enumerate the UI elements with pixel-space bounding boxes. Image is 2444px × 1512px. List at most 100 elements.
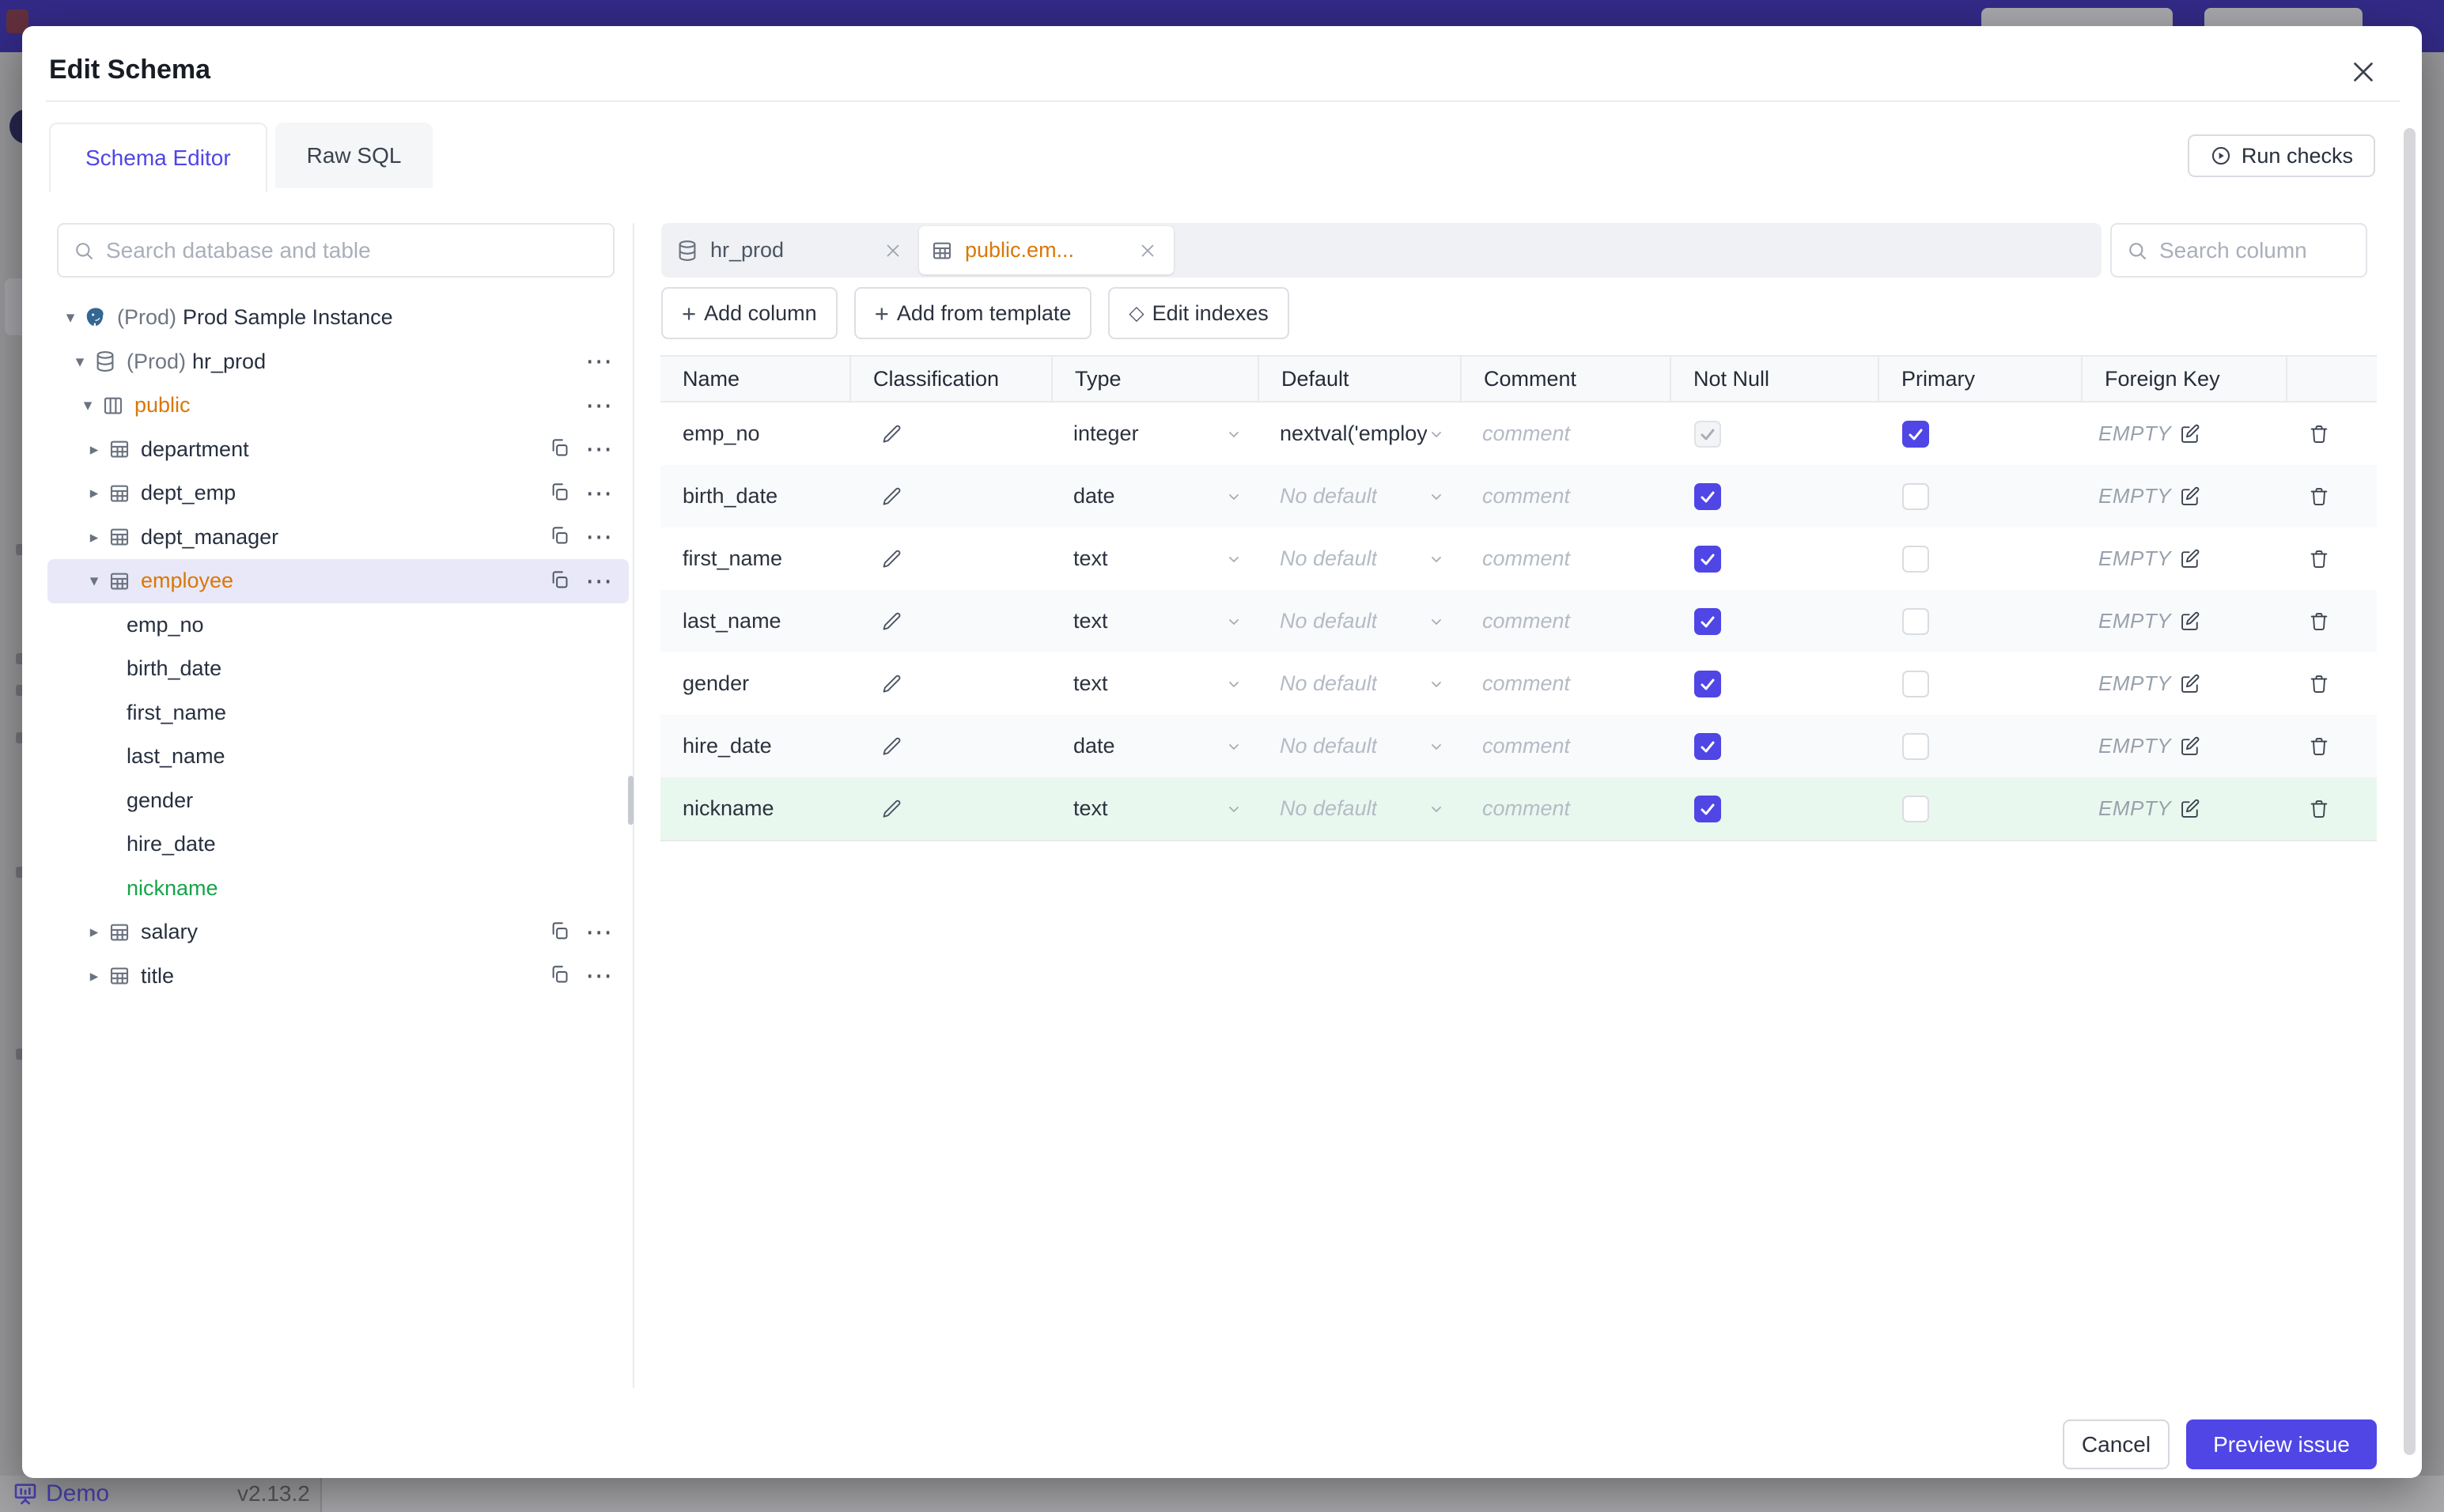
close-icon[interactable] <box>2349 58 2381 89</box>
tab-raw-sql[interactable]: Raw SQL <box>274 123 433 188</box>
comment-input[interactable]: comment <box>1460 777 1670 840</box>
caret-icon[interactable]: ▾ <box>60 308 81 327</box>
tree-item[interactable]: ▸ dept_emp ⋯ <box>47 471 629 516</box>
tree-item[interactable]: ▸ department ⋯ <box>47 428 629 472</box>
delete-column-icon[interactable] <box>2308 673 2330 695</box>
edit-classification-icon[interactable] <box>881 735 903 758</box>
tree-item[interactable]: first_name <box>47 691 629 735</box>
add-from-template-button[interactable]: + Add from template <box>853 287 1092 339</box>
default-select[interactable]: nextval('employ <box>1258 403 1460 465</box>
tree-item[interactable]: hire_date <box>47 822 629 867</box>
tree-item[interactable]: nickname <box>47 867 629 911</box>
editor-tab-table[interactable]: public.em... <box>919 226 1174 274</box>
cancel-button[interactable]: Cancel <box>2063 1419 2170 1469</box>
primary-checkbox[interactable] <box>1902 482 1929 510</box>
not-null-checkbox[interactable] <box>1694 732 1721 760</box>
not-null-checkbox[interactable] <box>1694 420 1721 448</box>
caret-icon[interactable]: ▸ <box>84 440 104 459</box>
more-icon[interactable]: ⋯ <box>585 568 613 595</box>
more-icon[interactable]: ⋯ <box>585 524 613 550</box>
more-icon[interactable]: ⋯ <box>585 962 613 989</box>
edit-classification-icon[interactable] <box>881 798 903 820</box>
tab-schema-editor[interactable]: Schema Editor <box>49 123 267 192</box>
type-select[interactable]: date <box>1051 465 1258 527</box>
preview-issue-button[interactable]: Preview issue <box>2186 1419 2377 1469</box>
default-select[interactable]: No default <box>1258 590 1460 652</box>
copy-icon[interactable] <box>549 569 573 593</box>
default-select[interactable]: No default <box>1258 527 1460 590</box>
database-search[interactable] <box>57 223 615 278</box>
more-icon[interactable]: ⋯ <box>585 348 613 375</box>
not-null-checkbox[interactable] <box>1694 795 1721 822</box>
edit-foreign-key-icon[interactable] <box>2179 486 2201 508</box>
primary-checkbox[interactable] <box>1902 420 1929 448</box>
delete-column-icon[interactable] <box>2308 798 2330 820</box>
tree-item[interactable]: ▾ public ⋯ <box>47 384 629 428</box>
comment-input[interactable]: comment <box>1460 715 1670 777</box>
not-null-checkbox[interactable] <box>1694 670 1721 697</box>
type-select[interactable]: integer <box>1051 403 1258 465</box>
database-search-input[interactable] <box>106 237 599 263</box>
more-icon[interactable]: ⋯ <box>585 919 613 946</box>
copy-icon[interactable] <box>549 920 573 944</box>
comment-input[interactable]: comment <box>1460 652 1670 715</box>
edit-indexes-button[interactable]: ◇ Edit indexes <box>1108 287 1289 339</box>
tree-item[interactable]: gender <box>47 779 629 823</box>
type-select[interactable]: date <box>1051 715 1258 777</box>
comment-input[interactable]: comment <box>1460 465 1670 527</box>
edit-foreign-key-icon[interactable] <box>2179 610 2201 633</box>
type-select[interactable]: text <box>1051 652 1258 715</box>
primary-checkbox[interactable] <box>1902 795 1929 822</box>
default-select[interactable]: No default <box>1258 465 1460 527</box>
type-select[interactable]: text <box>1051 527 1258 590</box>
caret-icon[interactable]: ▸ <box>84 966 104 986</box>
default-select[interactable]: No default <box>1258 777 1460 840</box>
tree-item[interactable]: ▸ title ⋯ <box>47 954 629 999</box>
tree-item[interactable]: ▾ (Prod) Prod Sample Instance <box>47 296 629 340</box>
edit-classification-icon[interactable] <box>881 548 903 570</box>
comment-input[interactable]: comment <box>1460 590 1670 652</box>
edit-foreign-key-icon[interactable] <box>2179 735 2201 758</box>
delete-column-icon[interactable] <box>2308 423 2330 445</box>
caret-icon[interactable]: ▾ <box>84 571 104 591</box>
edit-foreign-key-icon[interactable] <box>2179 673 2201 695</box>
primary-checkbox[interactable] <box>1902 732 1929 760</box>
edit-foreign-key-icon[interactable] <box>2179 798 2201 820</box>
type-select[interactable]: text <box>1051 590 1258 652</box>
tree-item[interactable]: ▾ employee ⋯ <box>47 559 629 603</box>
edit-foreign-key-icon[interactable] <box>2179 423 2201 445</box>
close-icon[interactable] <box>881 239 905 263</box>
tree-item[interactable]: birth_date <box>47 647 629 691</box>
delete-column-icon[interactable] <box>2308 548 2330 570</box>
caret-icon[interactable]: ▸ <box>84 922 104 942</box>
close-icon[interactable] <box>1136 239 1160 263</box>
default-select[interactable]: No default <box>1258 652 1460 715</box>
copy-icon[interactable] <box>549 964 573 988</box>
tree-item[interactable]: ▸ dept_manager ⋯ <box>47 516 629 560</box>
comment-input[interactable]: comment <box>1460 527 1670 590</box>
not-null-checkbox[interactable] <box>1694 545 1721 573</box>
caret-icon[interactable]: ▸ <box>84 483 104 503</box>
edit-foreign-key-icon[interactable] <box>2179 548 2201 570</box>
primary-checkbox[interactable] <box>1902 607 1929 635</box>
not-null-checkbox[interactable] <box>1694 607 1721 635</box>
edit-classification-icon[interactable] <box>881 486 903 508</box>
edit-classification-icon[interactable] <box>881 610 903 633</box>
primary-checkbox[interactable] <box>1902 670 1929 697</box>
more-icon[interactable]: ⋯ <box>585 436 613 463</box>
tree-item[interactable]: emp_no <box>47 603 629 648</box>
column-search[interactable] <box>2110 223 2367 278</box>
caret-icon[interactable]: ▸ <box>84 527 104 547</box>
edit-classification-icon[interactable] <box>881 673 903 695</box>
type-select[interactable]: text <box>1051 777 1258 840</box>
caret-icon[interactable]: ▾ <box>70 352 90 372</box>
caret-icon[interactable]: ▾ <box>78 395 98 415</box>
more-icon[interactable]: ⋯ <box>585 480 613 507</box>
delete-column-icon[interactable] <box>2308 610 2330 633</box>
tree-item[interactable]: ▾ (Prod) hr_prod ⋯ <box>47 340 629 384</box>
column-search-input[interactable] <box>2159 237 2351 263</box>
not-null-checkbox[interactable] <box>1694 482 1721 510</box>
edit-classification-icon[interactable] <box>881 423 903 445</box>
tree-item[interactable]: last_name <box>47 735 629 779</box>
delete-column-icon[interactable] <box>2308 735 2330 758</box>
